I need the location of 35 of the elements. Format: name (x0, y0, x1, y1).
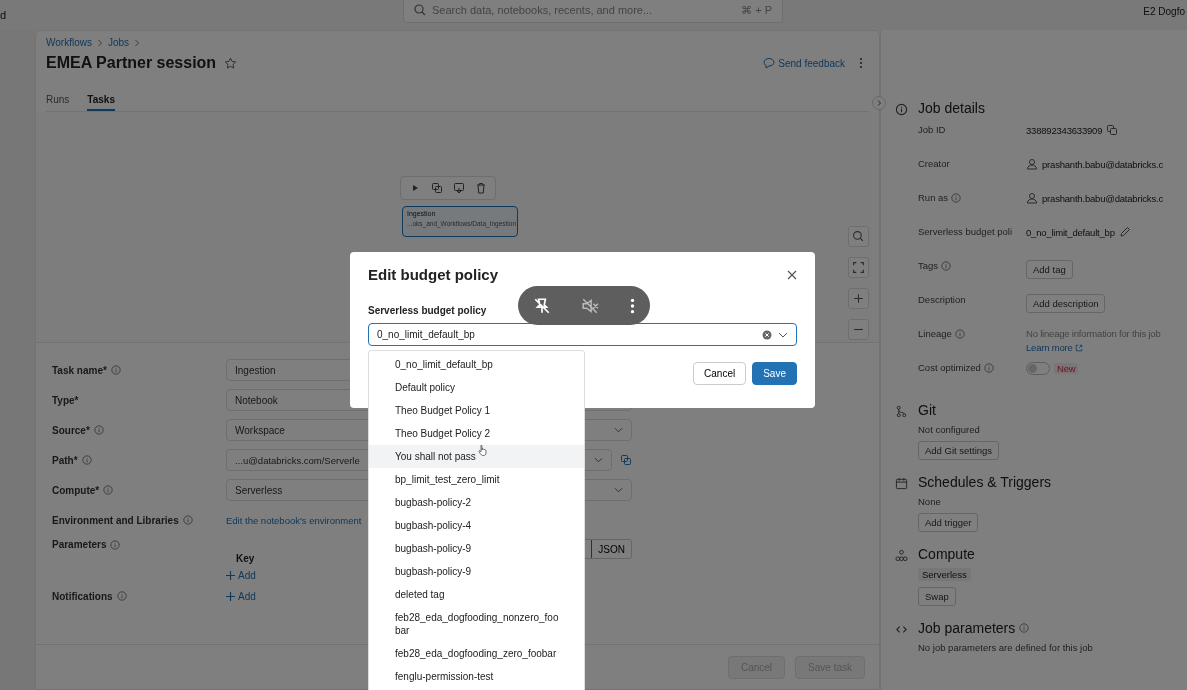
field-label: Creator (918, 158, 950, 169)
job-id: 338892343633909 (1026, 124, 1103, 136)
field-label: Parameters (52, 539, 107, 550)
policy-name: 0_no_limit_default_bp (1026, 226, 1115, 238)
field-label: Task name* (52, 364, 107, 376)
app-name: d (0, 9, 7, 21)
new-badge: New (1054, 363, 1079, 374)
field-label: Notifications (52, 590, 113, 602)
user-email: prashanth.babu@databricks.c (1042, 158, 1163, 170)
field-label: Source* (52, 424, 90, 436)
field-label: Run as (918, 192, 949, 203)
section-title: Schedules & Triggers (918, 474, 1052, 490)
compute-tag: Serverless (918, 568, 971, 581)
field-label: Tags (918, 260, 939, 271)
section-title: Job details (918, 100, 985, 116)
section-text: None (918, 496, 941, 507)
section-text: No job parameters are defined for this job (918, 642, 1093, 653)
field-label: Environment and Libraries (52, 514, 179, 526)
section-title: Job parameters (918, 620, 1016, 636)
section-text: Not configured (918, 424, 980, 435)
field-label: Cost optimized (918, 362, 981, 373)
job-title: EMEA Partner session (46, 54, 217, 72)
field-label: Compute* (52, 484, 100, 496)
dialog-title: Edit budget policy (368, 266, 498, 283)
field-label: Job ID (918, 124, 946, 135)
field-label: Lineage (918, 328, 952, 339)
field-label: Serverless budget policy (368, 305, 487, 316)
field-label: Serverless budget poli (918, 226, 1012, 237)
section-title: Compute (918, 546, 975, 562)
field-label: Path* (52, 454, 78, 466)
field-label: Type* (52, 394, 79, 406)
field-label: Description (918, 294, 966, 305)
column-header: Key (236, 553, 256, 564)
section-title: Git (918, 402, 936, 418)
user-email: prashanth.babu@databricks.c (1042, 192, 1163, 204)
